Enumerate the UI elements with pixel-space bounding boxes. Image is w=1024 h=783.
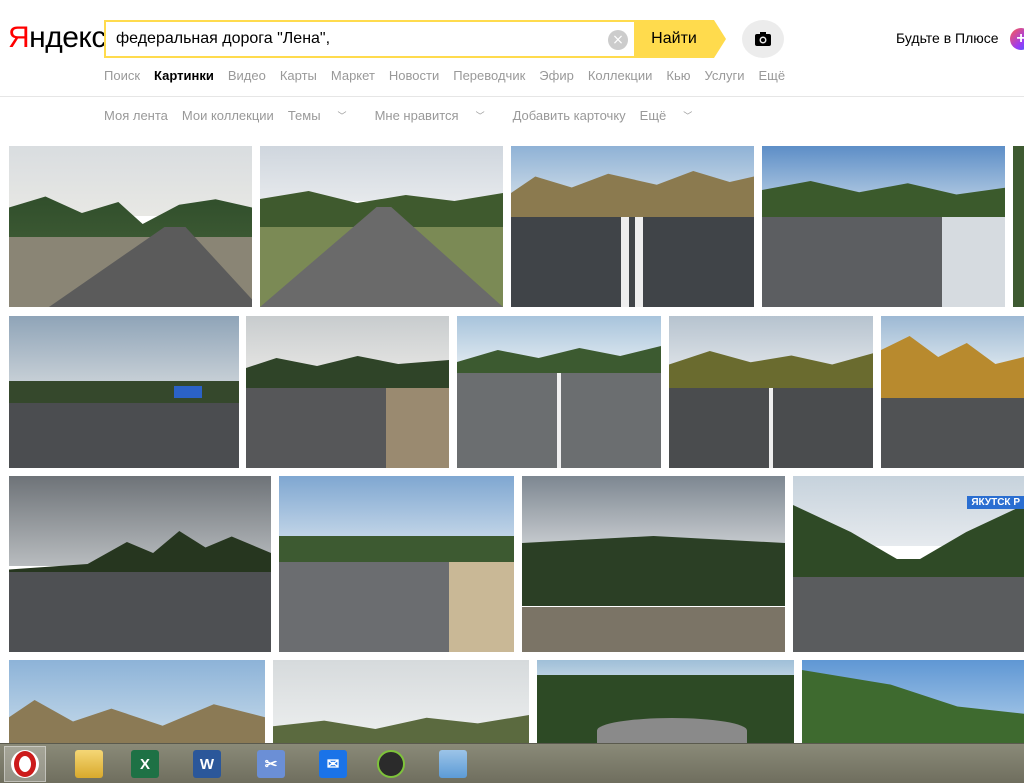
nav-item-images[interactable]: Картинки xyxy=(154,68,214,83)
taskbar-excel[interactable]: X xyxy=(124,746,166,782)
logo-letter: Я xyxy=(8,21,30,54)
calculator-icon xyxy=(439,750,467,778)
nav-item-q[interactable]: Кью xyxy=(666,68,690,83)
chevron-down-icon: ﹀ xyxy=(475,111,485,121)
nav-item-translate[interactable]: Переводчик xyxy=(453,68,525,83)
search-input[interactable] xyxy=(106,24,586,54)
image-thumb[interactable] xyxy=(511,146,754,307)
taskbar-word[interactable]: W xyxy=(186,746,228,782)
image-thumb[interactable] xyxy=(881,316,1024,468)
header: Яндекс × Найти Будьте в Плюсе + Поиск Кар… xyxy=(0,0,1024,97)
search-box: × xyxy=(104,20,634,58)
image-thumb[interactable] xyxy=(1013,146,1024,307)
image-badge: ЯКУТСК Р xyxy=(967,496,1024,509)
image-thumb[interactable] xyxy=(279,476,514,652)
camera-icon xyxy=(755,32,771,46)
taskbar-calculator[interactable] xyxy=(432,746,474,782)
image-thumb[interactable] xyxy=(669,316,873,468)
taskbar-file-explorer[interactable] xyxy=(68,746,110,782)
image-thumb[interactable] xyxy=(9,476,271,652)
yandex-logo[interactable]: Яндекс xyxy=(8,20,106,56)
plus-link[interactable]: Будьте в Плюсе xyxy=(896,30,999,46)
image-thumb[interactable] xyxy=(762,146,1005,307)
image-thumb[interactable] xyxy=(9,660,265,743)
image-thumb[interactable] xyxy=(522,476,785,652)
images-subnav: Моя лента Мои коллекции Темы ﹀ Мне нравится ﹀… xyxy=(104,108,720,123)
folder-icon xyxy=(75,750,103,778)
nav-item-collections[interactable]: Коллекции xyxy=(588,68,653,83)
find-button[interactable]: Найти xyxy=(634,20,714,58)
clear-icon[interactable]: × xyxy=(608,30,628,50)
subnav-add-card[interactable]: Добавить карточку xyxy=(513,108,626,123)
taskbar-opera[interactable] xyxy=(4,746,46,782)
image-thumb[interactable] xyxy=(9,316,239,468)
nav-item-news[interactable]: Новости xyxy=(389,68,439,83)
image-thumb[interactable] xyxy=(273,660,529,743)
subnav-themes[interactable]: Темы ﹀ xyxy=(288,108,361,123)
image-thumb[interactable] xyxy=(9,146,252,307)
subnav-more[interactable]: Ещё ﹀ xyxy=(640,108,707,123)
image-thumb[interactable] xyxy=(457,316,661,468)
nav-item-services[interactable]: Услуги xyxy=(705,68,745,83)
chevron-down-icon: ﹀ xyxy=(337,111,347,121)
word-icon: W xyxy=(193,750,221,778)
find-button-arrow xyxy=(714,20,726,58)
nav-item-more[interactable]: Ещё xyxy=(758,68,785,83)
subnav-likes-label: Мне нравится xyxy=(374,108,459,123)
taskbar: X W ✂ ✉ xyxy=(0,743,1024,783)
mail-icon: ✉ xyxy=(319,750,347,778)
image-thumb[interactable] xyxy=(246,316,449,468)
image-thumb[interactable] xyxy=(260,146,503,307)
nav-item-search[interactable]: Поиск xyxy=(104,68,140,83)
subnav-themes-label: Темы xyxy=(287,108,321,123)
subnav-likes[interactable]: Мне нравится ﹀ xyxy=(375,108,499,123)
opera-icon xyxy=(11,750,39,778)
subnav-my-feed[interactable]: Моя лента xyxy=(104,108,168,123)
taskbar-snipping-tool[interactable]: ✂ xyxy=(250,746,292,782)
xbox-icon xyxy=(377,750,405,778)
taskbar-mail[interactable]: ✉ xyxy=(312,746,354,782)
subnav-more-label: Ещё xyxy=(639,108,667,123)
scissors-icon: ✂ xyxy=(257,750,285,778)
taskbar-xbox[interactable] xyxy=(370,746,412,782)
nav-item-market[interactable]: Маркет xyxy=(331,68,375,83)
service-nav: Поиск Картинки Видео Карты Маркет Новости Пере… xyxy=(104,68,799,83)
nav-item-video[interactable]: Видео xyxy=(228,68,266,83)
logo-text: ндекс xyxy=(29,21,106,54)
image-thumb[interactable] xyxy=(802,660,1024,743)
subnav-my-collections[interactable]: Мои коллекции xyxy=(182,108,274,123)
nav-item-efir[interactable]: Эфир xyxy=(539,68,574,83)
nav-item-maps[interactable]: Карты xyxy=(280,68,317,83)
plus-icon[interactable]: + xyxy=(1010,28,1024,50)
image-thumb[interactable] xyxy=(537,660,794,743)
chevron-down-icon: ﹀ xyxy=(683,111,693,121)
image-thumb[interactable]: ЯКУТСК Р xyxy=(793,476,1024,652)
excel-icon: X xyxy=(131,750,159,778)
camera-search-button[interactable] xyxy=(742,20,784,58)
